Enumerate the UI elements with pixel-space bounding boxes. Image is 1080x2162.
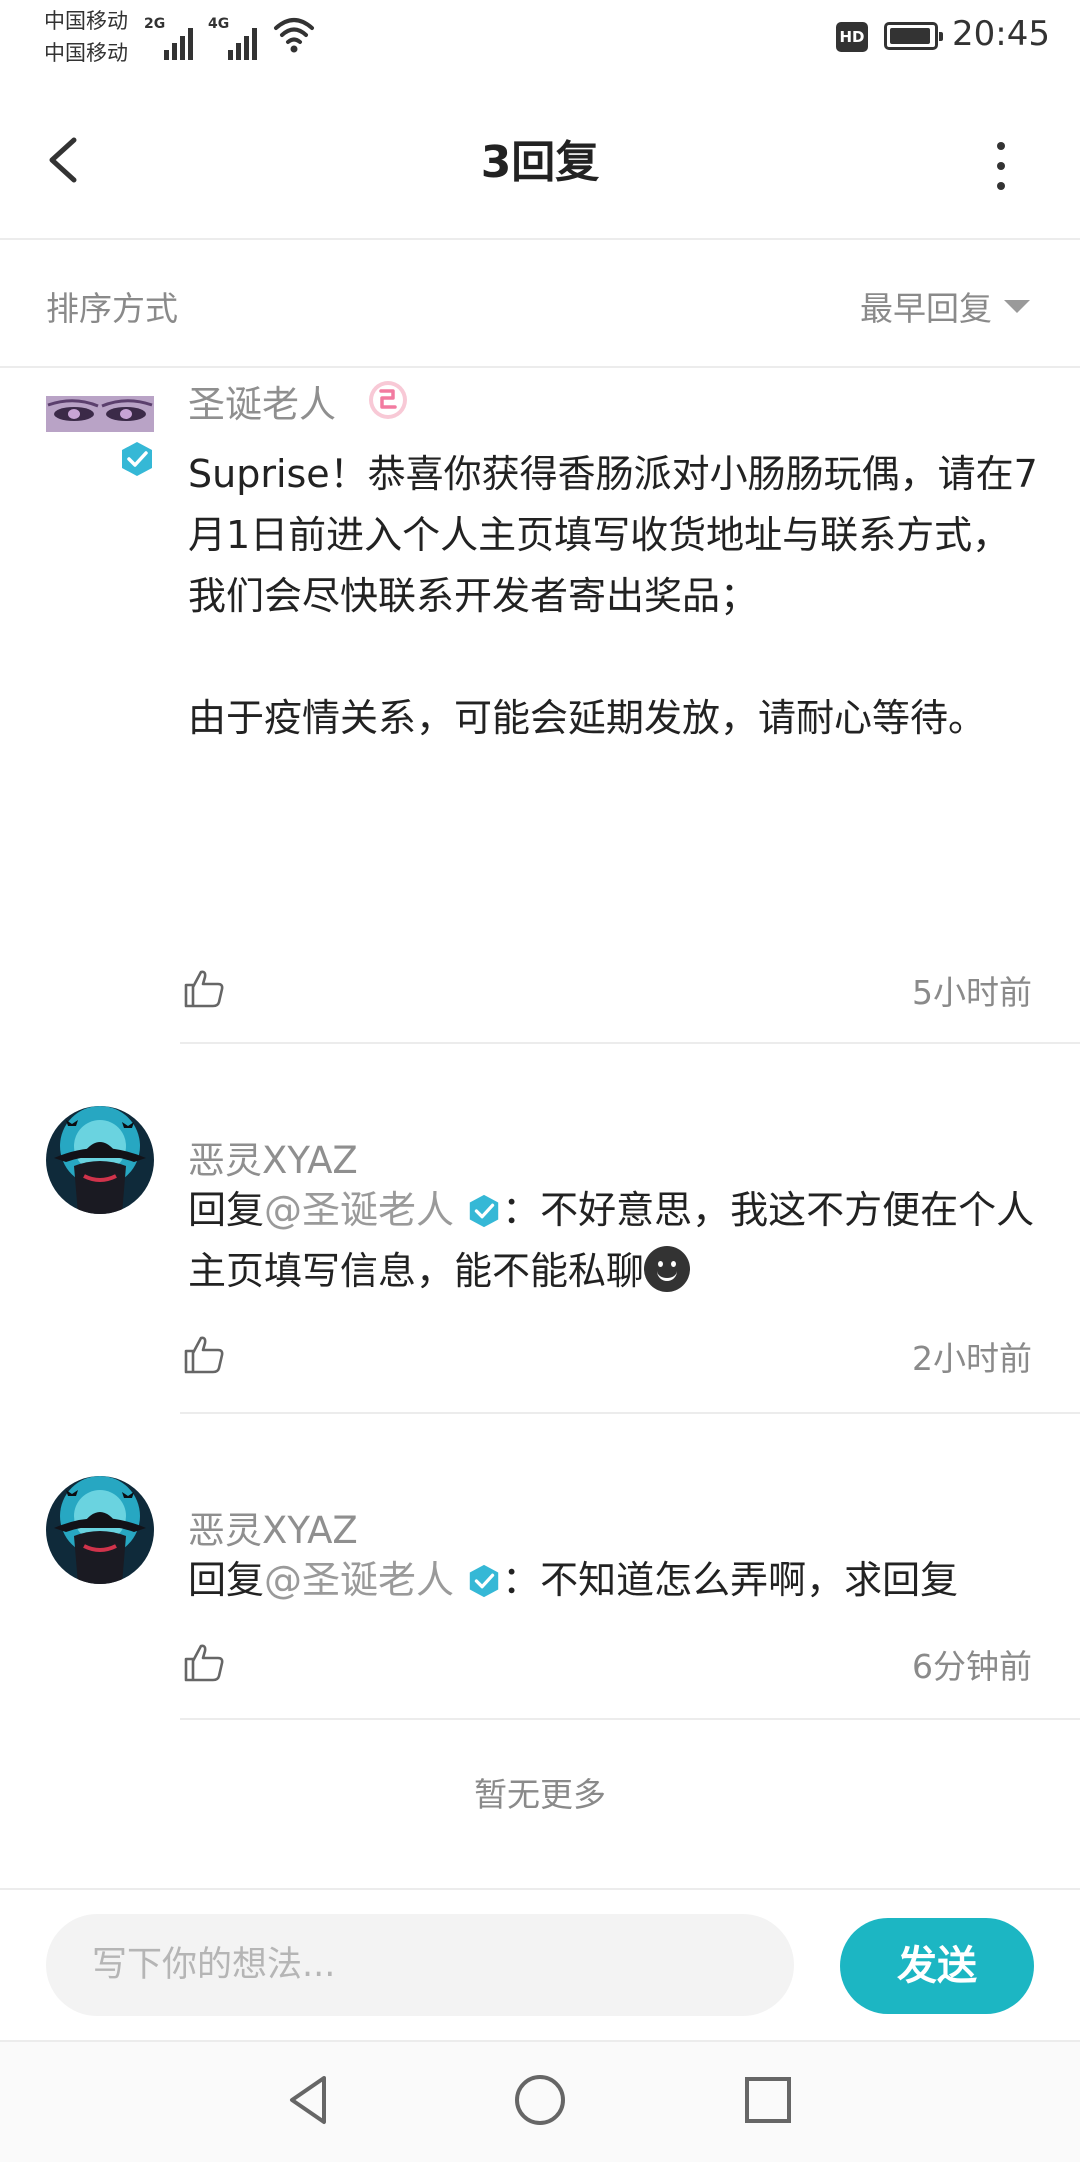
reply-prefix: 回复 (188, 1558, 265, 1602)
level-badge-icon (369, 381, 407, 419)
username[interactable]: 恶灵XYAZ (188, 1500, 358, 1554)
hd-badge: HD (836, 22, 868, 52)
wifi-icon (274, 18, 314, 53)
nav-recents-icon[interactable] (738, 2070, 798, 2130)
comment-item: 恶灵XYAZ 回复@圣诞老人 ：不好意思，我这不方便在个人主页填写信息，能不能私… (0, 1046, 1080, 1414)
carrier-label-1: 中国移动 (44, 9, 128, 33)
avatar[interactable] (46, 1106, 154, 1214)
comment-time: 5小时前 (912, 973, 1032, 1012)
reply-prefix: 回复 (188, 1188, 265, 1232)
like-icon[interactable] (182, 1332, 226, 1376)
sort-label: 排序方式 (46, 289, 178, 328)
sort-bar: 排序方式 最早回复 (0, 240, 1080, 368)
comment-text: 回复@圣诞老人 ：不好意思，我这不方便在个人主页填写信息，能不能私聊 (188, 1180, 1038, 1302)
avatar[interactable] (46, 388, 154, 444)
no-more-label: 暂无更多 (474, 1775, 606, 1814)
nav-home-icon[interactable] (510, 2070, 570, 2130)
composer-bar: 发送 (0, 1888, 1080, 2040)
verified-badge-icon (469, 1564, 499, 1598)
comment-time: 6分钟前 (912, 1647, 1032, 1686)
comment-time: 2小时前 (912, 1339, 1032, 1378)
reply-text: ：不知道怎么弄啊，求回复 (502, 1558, 959, 1602)
verified-badge-icon (469, 1194, 499, 1228)
mention-link[interactable]: @圣诞老人 (264, 1558, 454, 1602)
comment-text-paragraph-2: 由于疫情关系，可能会延期发放，请耐心等待。 (188, 696, 987, 740)
divider (180, 1412, 1080, 1414)
comment-text: Suprise！恭喜你获得香肠派对小肠肠玩偶，请在7月1日前进入个人主页填写收货… (188, 452, 1038, 618)
system-nav-bar (0, 2040, 1080, 2162)
reply-input[interactable] (46, 1914, 794, 2016)
battery-icon (884, 22, 943, 50)
like-icon[interactable] (182, 966, 226, 1010)
like-icon[interactable] (182, 1640, 226, 1684)
comment-item: 圣诞老人 Suprise！恭喜你获得香肠派对小肠肠玩偶，请在7月1日前进入个人主… (0, 368, 1080, 1044)
comment-text: 回复@圣诞老人 ：不知道怎么弄啊，求回复 (188, 1550, 1038, 1611)
verified-badge-icon (122, 442, 152, 476)
divider (180, 1042, 1080, 1044)
more-button[interactable] (970, 136, 1030, 196)
avatar[interactable] (46, 1476, 154, 1584)
send-button[interactable]: 发送 (840, 1918, 1034, 2014)
page-title: 3回复 (480, 137, 600, 188)
clock: 20:45 (952, 14, 1050, 54)
username[interactable]: 圣诞老人 (188, 374, 336, 428)
smiley-emoji-icon (644, 1246, 691, 1292)
mention-link[interactable]: @圣诞老人 (264, 1188, 454, 1232)
sort-dropdown[interactable]: 最早回复 (860, 282, 992, 330)
carrier-label-2: 中国移动 (44, 41, 128, 65)
nav-back-icon[interactable] (278, 2070, 338, 2130)
comment-item: 恶灵XYAZ 回复@圣诞老人 ：不知道怎么弄啊，求回复 6分钟前 (0, 1416, 1080, 1722)
header-bar: 3回复 (0, 80, 1080, 240)
username[interactable]: 恶灵XYAZ (188, 1130, 358, 1184)
status-bar: 中国移动 中国移动 2G 4G HD 20:45 (44, 9, 1050, 65)
divider (180, 1718, 1080, 1720)
caret-down-icon[interactable] (1004, 300, 1030, 313)
